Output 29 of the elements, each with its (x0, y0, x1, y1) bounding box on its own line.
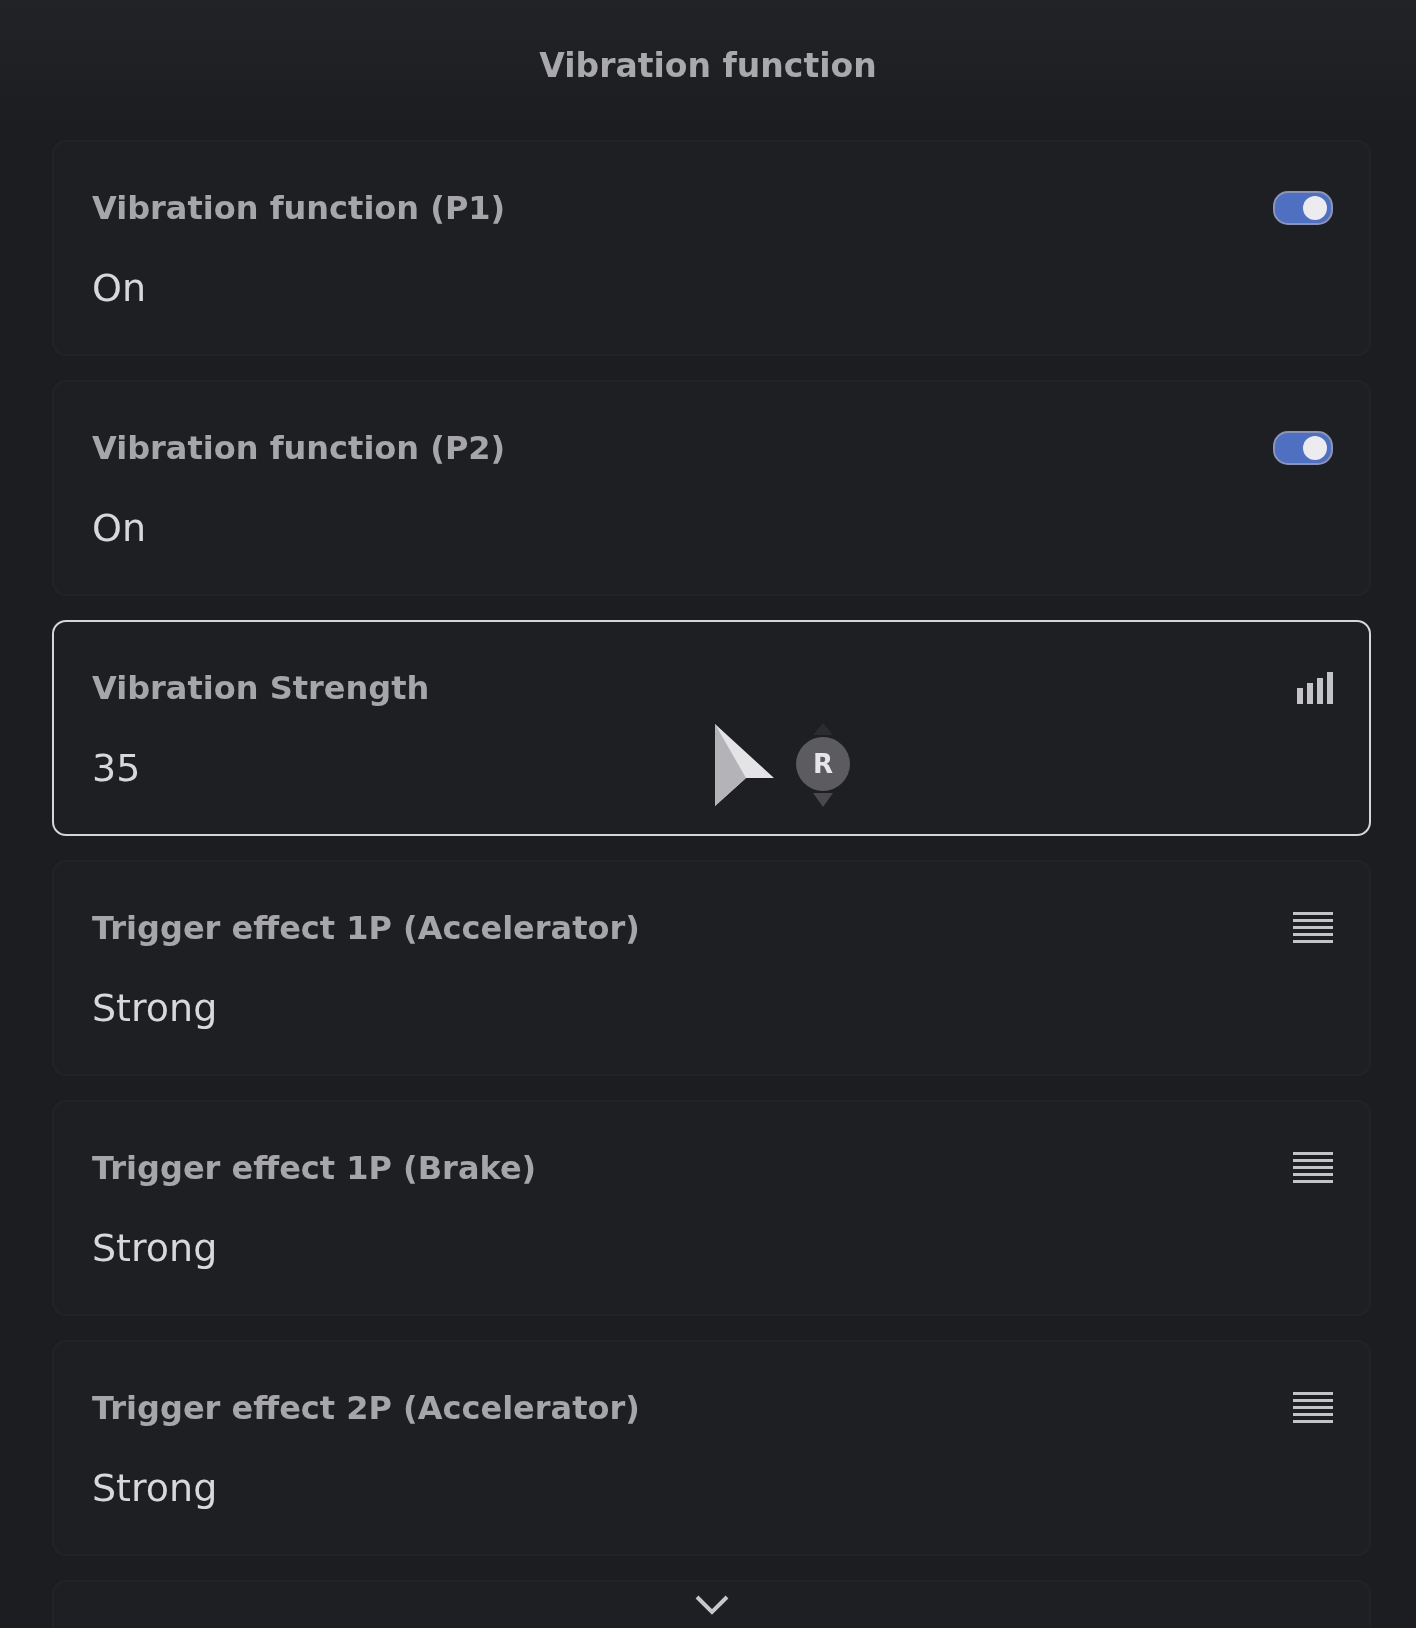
setting-label: Vibration Strength (92, 669, 430, 707)
setting-card[interactable]: Trigger effect 1P (Accelerator) Strong (52, 860, 1371, 1076)
setting-label: Vibration function (P2) (92, 429, 506, 467)
setting-card[interactable]: Vibration function (P2) On (52, 380, 1371, 596)
list-icon (1293, 1390, 1333, 1426)
setting-card[interactable]: Trigger effect 1P (Brake) Strong (52, 1100, 1371, 1316)
chevron-down-icon[interactable] (694, 1594, 730, 1616)
setting-label: Trigger effect 2P (Accelerator) (92, 1389, 640, 1427)
setting-card[interactable]: Vibration Strength 35 R (52, 620, 1371, 836)
setting-card[interactable]: Vibration function (P1) On (52, 140, 1371, 356)
setting-value: On (92, 506, 146, 550)
stick-button-badge: R (796, 737, 850, 791)
setting-value: On (92, 266, 146, 310)
setting-label: Vibration function (P1) (92, 189, 506, 227)
setting-value: Strong (92, 1226, 218, 1270)
list-icon (1293, 1150, 1333, 1186)
setting-label: Trigger effect 1P (Accelerator) (92, 909, 640, 947)
setting-value: 35 (92, 746, 141, 790)
signal-bars-icon (1295, 670, 1333, 706)
setting-card[interactable]: Trigger effect 2P (Accelerator) Strong (52, 1340, 1371, 1556)
page-title: Vibration function (539, 46, 877, 87)
toggle-switch[interactable] (1273, 431, 1333, 465)
toggle-switch[interactable] (1273, 191, 1333, 225)
list-icon (1293, 910, 1333, 946)
setting-value: Strong (92, 986, 218, 1030)
setting-label: Trigger effect 1P (Brake) (92, 1149, 537, 1187)
pointer-cursor-icon (712, 722, 776, 808)
setting-value: Strong (92, 1466, 218, 1510)
arrow-down-icon (813, 793, 833, 807)
